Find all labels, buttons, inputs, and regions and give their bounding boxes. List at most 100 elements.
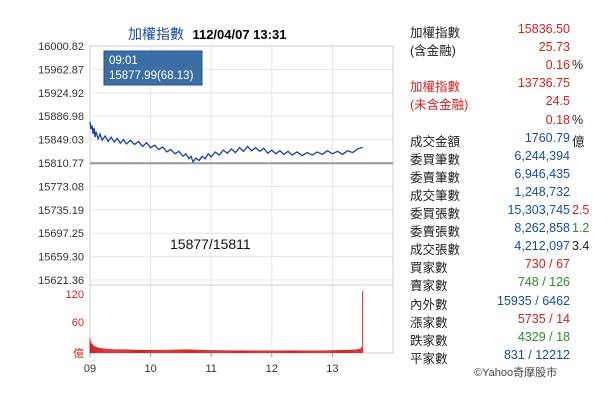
stat-row: 委賣筆數 6,946,435 <box>410 167 610 185</box>
stat-label: 漲家數 <box>410 315 448 330</box>
stat-row: 0.18% <box>410 113 610 131</box>
price-tick-label: 15924.92 <box>38 88 84 100</box>
stat-value-pair: 831 / 12212 <box>504 348 570 362</box>
stat-row: 加權指數 13736.75 <box>410 76 610 94</box>
price-tick-label: 15659.30 <box>38 252 84 264</box>
stat-value-pair: 15935 / 6462 <box>497 294 570 308</box>
stat-ratio: 2.5 <box>572 203 590 217</box>
taiex-intraday-widget: 加權指數 112/04/07 13:31 16000.82 15962.87 159… <box>0 0 615 406</box>
stat-row: 委賣張數 8,262,858 1.2 <box>410 221 610 239</box>
price-tick-label: 15735.19 <box>38 205 84 217</box>
stat-value: 15,303,745 <box>507 203 570 217</box>
time-tick-label: 12 <box>266 363 278 375</box>
stat-label: 內外數 <box>410 297 448 312</box>
plot-frame <box>89 45 394 354</box>
stat-label: 平家數 <box>410 351 448 366</box>
high-low-annotation: 15877/15811 <box>170 236 251 252</box>
stat-ratio: 1.2 <box>572 221 590 236</box>
price-tick-label: 15773.08 <box>38 181 84 193</box>
volume-bars <box>89 291 364 353</box>
stat-label: (未含金融) <box>410 98 469 113</box>
stat-value: 0.16 <box>545 58 570 73</box>
stat-value-b: 14 <box>556 311 570 326</box>
stat-row: 委買張數 15,303,745 2.5 <box>410 203 610 221</box>
price-tick-label: 15962.87 <box>38 64 84 76</box>
plot-border <box>89 45 394 354</box>
stat-value-b: 126 <box>549 275 570 290</box>
stat-label: 委買張數 <box>410 207 461 221</box>
time-tick-label: 11 <box>205 363 216 375</box>
stat-label: 成交金額 <box>410 134 461 149</box>
tooltip-time: 09:01 <box>109 55 138 67</box>
volume-tick-label: 億 <box>73 347 84 360</box>
time-tick-label: 13 <box>326 363 338 375</box>
stat-label: 成交張數 <box>410 243 461 258</box>
stat-value-pair: 4329 / 18 <box>518 330 570 344</box>
stat-value-a: 4329 <box>517 329 546 344</box>
time-axis: 09 10 11 12 13 <box>84 353 339 375</box>
stat-label: 跌家數 <box>410 333 448 348</box>
stat-value: 6,946,435 <box>514 166 570 181</box>
stat-separator: / <box>545 311 557 326</box>
stat-value-a: 15935 <box>497 293 532 308</box>
stat-row: 漲家數 5735 / 14 <box>410 312 610 330</box>
volume-tick-label: 120 <box>66 289 84 301</box>
stat-value-pair: 5735 / 14 <box>518 312 570 326</box>
stat-value: 4,212,097 <box>514 239 570 254</box>
stat-value-a: 831 <box>503 347 525 362</box>
price-tick-label: 16000.82 <box>38 41 84 53</box>
stat-separator: / <box>545 257 557 272</box>
stat-separator: / <box>545 329 557 344</box>
stat-ratio: 3.4 <box>572 239 590 254</box>
stat-value-pair: 748 / 126 <box>518 275 570 289</box>
stat-separator: / <box>524 347 536 362</box>
stat-suffix: % <box>572 58 584 73</box>
stat-label: 委賣筆數 <box>410 170 461 185</box>
stat-label: 委賣張數 <box>410 225 461 240</box>
chart-gridlines <box>89 45 393 353</box>
stat-label: 賣家數 <box>410 279 448 294</box>
stat-value: 13736.75 <box>517 76 570 91</box>
stat-label: (含金融) <box>410 44 456 59</box>
price-tick-label: 15849.03 <box>38 135 84 147</box>
price-axis: 16000.82 15962.87 15924.92 15886.98 15849.03… <box>38 41 84 287</box>
stat-value-a: 5735 <box>517 311 546 326</box>
yahoo-credit: ©Yahoo奇摩股市 <box>474 367 558 379</box>
stat-value: 1,248,732 <box>514 184 570 199</box>
stat-label: 買家數 <box>410 261 448 276</box>
stat-value-a: 748 <box>517 275 539 290</box>
stat-separator: / <box>538 275 550 290</box>
stat-value-a: 730 <box>524 257 546 272</box>
stat-row: 加權指數 15836.50 <box>410 22 610 40</box>
stat-value-b: 67 <box>556 257 570 272</box>
time-tick-label: 10 <box>144 363 156 375</box>
stat-value: 8,262,858 <box>514 221 570 236</box>
stat-row: 成交金額 1760.79 億 <box>410 131 610 149</box>
time-tick-label: 09 <box>84 363 96 375</box>
stat-value: 1760.79 <box>524 130 570 145</box>
stat-row: (含金融) 25.73 <box>410 40 610 58</box>
stat-separator: / <box>531 293 543 308</box>
stat-label: 加權指數 <box>410 26 461 40</box>
volume-tick-label: 60 <box>72 317 84 329</box>
volume-axis: 120 60 億 <box>66 289 84 360</box>
stat-value: 25.73 <box>538 40 570 55</box>
stat-row: 買家數 730 / 67 <box>410 257 610 275</box>
stat-value-b: 18 <box>556 329 570 344</box>
stat-value: 24.5 <box>545 94 570 109</box>
stat-row: 賣家數 748 / 126 <box>410 275 610 293</box>
stat-value-b: 12212 <box>535 347 570 362</box>
stat-value-pair: 730 / 67 <box>525 257 570 271</box>
price-tick-label: 15886.98 <box>38 111 84 123</box>
tooltip-value: 15877.99(68.13) <box>109 70 194 82</box>
stat-suffix: % <box>572 112 584 127</box>
price-tick-label: 15810.77 <box>38 158 84 170</box>
price-series-line <box>89 121 363 164</box>
stat-value: 0.18 <box>545 112 570 127</box>
hover-tooltip: 09:01 15877.99(68.13) <box>103 50 203 86</box>
stat-label: 加權指數 <box>410 80 461 95</box>
stat-suffix: 億 <box>572 134 585 149</box>
stat-row: 成交張數 4,212,097 3.4 <box>410 239 610 257</box>
stat-row: 0.16% <box>410 58 610 76</box>
price-tick-label: 15697.25 <box>38 228 84 240</box>
